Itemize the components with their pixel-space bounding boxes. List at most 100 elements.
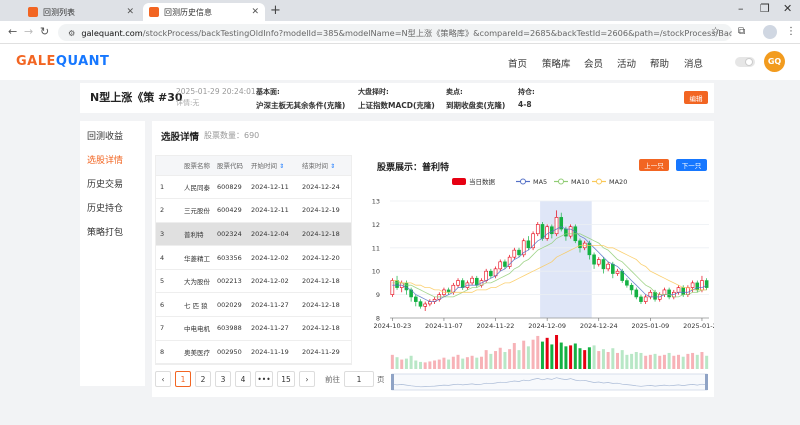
volume-bar: [705, 355, 709, 369]
volume-bar: [540, 341, 544, 369]
volume-bar: [447, 359, 451, 369]
page-ellipsis-button[interactable]: •••: [255, 371, 273, 387]
candlestick-chart[interactable]: 当日数据 MA5 MA10 MA2089101112132024-10-23 2024-…: [364, 173, 714, 397]
window-close-icon[interactable]: ✕: [783, 2, 792, 15]
site-info-icon[interactable]: ⚙: [68, 28, 75, 38]
browser-profile-icon[interactable]: [763, 25, 777, 39]
table-row[interactable]: 2 三元股份 600429 2024-12-11 2024-12-19: [156, 198, 351, 223]
candle-body: [418, 301, 423, 307]
summary-sell-point: 卖点: 到期收盘卖(克隆): [446, 88, 506, 110]
close-icon[interactable]: ✕: [251, 7, 259, 17]
volume-bar: [583, 350, 587, 369]
volume-bar: [475, 357, 479, 369]
volume-bar: [592, 345, 596, 369]
volume-bar: [503, 352, 507, 369]
volume-bar: [573, 343, 577, 369]
y-tick-label: 10: [372, 268, 380, 276]
nav-activities[interactable]: 活动: [617, 56, 636, 70]
table-row[interactable]: 7 中电电机 603988 2024-11-27 2024-12-18: [156, 316, 351, 341]
page-button-15[interactable]: 15: [277, 371, 295, 387]
galequant-logo[interactable]: GALEQUANT: [16, 54, 109, 69]
candle-body: [686, 287, 690, 295]
table-row[interactable]: 6七 匹 狼 002029 2024-11-27 2024-12-18: [156, 292, 351, 318]
volume-bar: [597, 351, 601, 369]
page-button-3[interactable]: 3: [215, 371, 231, 387]
sidebar-item-returns[interactable]: 回测收益: [80, 127, 145, 151]
table-row[interactable]: 3 普利特 002324 2024-12-04 2024-12-18: [156, 222, 351, 247]
col-start-time[interactable]: 开始时间 ⇕: [251, 156, 302, 176]
prev-stock-button[interactable]: 上一只: [639, 159, 669, 171]
back-icon[interactable]: ←: [8, 25, 17, 38]
sidebar-item-stock-details[interactable]: 选股详情: [80, 151, 145, 175]
volume-bar: [644, 355, 648, 369]
candle-body: [503, 261, 507, 267]
page-button-4[interactable]: 4: [235, 371, 251, 387]
theme-toggle[interactable]: [735, 57, 755, 67]
table-row[interactable]: 5 大为股份 002213 2024-12-02 2024-12-18: [156, 269, 351, 294]
volume-bar: [587, 347, 591, 369]
avatar[interactable]: GQ: [764, 51, 785, 72]
volume-bar: [634, 352, 638, 369]
nav-membership[interactable]: 会员: [584, 56, 603, 70]
volume-bar: [512, 343, 516, 369]
volume-bar: [437, 359, 441, 369]
sidebar-item-trade-history[interactable]: 历史交易: [80, 175, 145, 199]
cell-end-time: 2024-12-19: [302, 198, 351, 223]
page-button-1[interactable]: 1: [175, 371, 191, 387]
candle-body: [690, 282, 695, 288]
bookmark-star-icon[interactable]: ☆: [711, 26, 720, 37]
candle-body: [512, 249, 517, 258]
cell-start-time: 2024-11-27: [251, 292, 302, 318]
forward-icon[interactable]: →: [24, 25, 33, 38]
close-icon[interactable]: ✕: [126, 7, 134, 17]
volume-bar: [404, 358, 408, 369]
sidebar-item-position-history[interactable]: 历史持仓: [80, 199, 145, 223]
nav-messages[interactable]: 消息: [684, 56, 703, 70]
table-row[interactable]: 1 人民同泰 600829 2024-12-11 2024-12-24: [156, 175, 351, 200]
edit-button[interactable]: 编辑: [684, 91, 708, 104]
table-row[interactable]: 4 华菱精工 603356 2024-12-02 2024-12-20: [156, 245, 351, 270]
cell-index: 6: [156, 292, 184, 318]
volume-bar: [456, 354, 460, 369]
volume-bar: [648, 354, 652, 369]
url-host: galequant.com: [81, 27, 143, 38]
nav-help[interactable]: 帮助: [650, 56, 669, 70]
sort-icon[interactable]: ⇕: [279, 163, 284, 170]
legend-label: MA5: [533, 178, 547, 186]
nav-home[interactable]: 首页: [508, 56, 527, 70]
candle-body: [676, 287, 681, 293]
minimize-icon[interactable]: –: [738, 2, 744, 15]
new-tab-icon[interactable]: +: [270, 3, 281, 18]
extensions-icon[interactable]: ⧉: [738, 26, 745, 37]
zoom-handle-right: [705, 374, 708, 390]
browser-tab-inactive[interactable]: 回测列表 ✕: [22, 3, 140, 21]
volume-bar: [522, 340, 526, 369]
candle-body: [667, 289, 671, 298]
sidebar-item-strategy-package[interactable]: 策略打包: [80, 223, 145, 247]
legend-swatch: [520, 178, 526, 185]
summary-market-timing: 大盘择时: 上证指数MACD(克隆): [358, 88, 435, 110]
page-button-2[interactable]: 2: [195, 371, 211, 387]
table-row[interactable]: 8 奥美医疗 002950 2024-11-19 2024-11-29: [156, 340, 351, 364]
legend-label: MA10: [571, 178, 589, 186]
cell-stock-code: 002950: [217, 340, 251, 364]
nav-strategy-library[interactable]: 策略库: [542, 56, 571, 70]
next-stock-button[interactable]: 下一只: [676, 159, 707, 171]
browser-tab-active[interactable]: 回测历史信息 ✕: [143, 3, 265, 21]
sort-icon[interactable]: ⇕: [330, 163, 335, 170]
prev-page-button[interactable]: ‹: [155, 371, 171, 387]
restore-icon[interactable]: ❐: [760, 2, 770, 15]
candle-body: [564, 228, 568, 237]
goto-label: 前往: [325, 374, 340, 384]
cell-index: 5: [156, 269, 184, 294]
reload-icon[interactable]: ↻: [40, 25, 49, 38]
volume-bar: [526, 346, 530, 369]
volume-bar: [606, 352, 610, 369]
cell-stock-name: 奥美医疗: [184, 340, 217, 364]
browser-menu-icon[interactable]: ⋮: [786, 26, 796, 37]
volume-bar: [700, 352, 704, 369]
col-end-time[interactable]: 结束时间 ⇕: [302, 156, 351, 176]
next-page-button[interactable]: ›: [299, 371, 315, 387]
legend-swatch: [452, 178, 466, 185]
address-bar[interactable]: ⚙ galequant.com/stockProcess/backTesting…: [58, 24, 732, 41]
